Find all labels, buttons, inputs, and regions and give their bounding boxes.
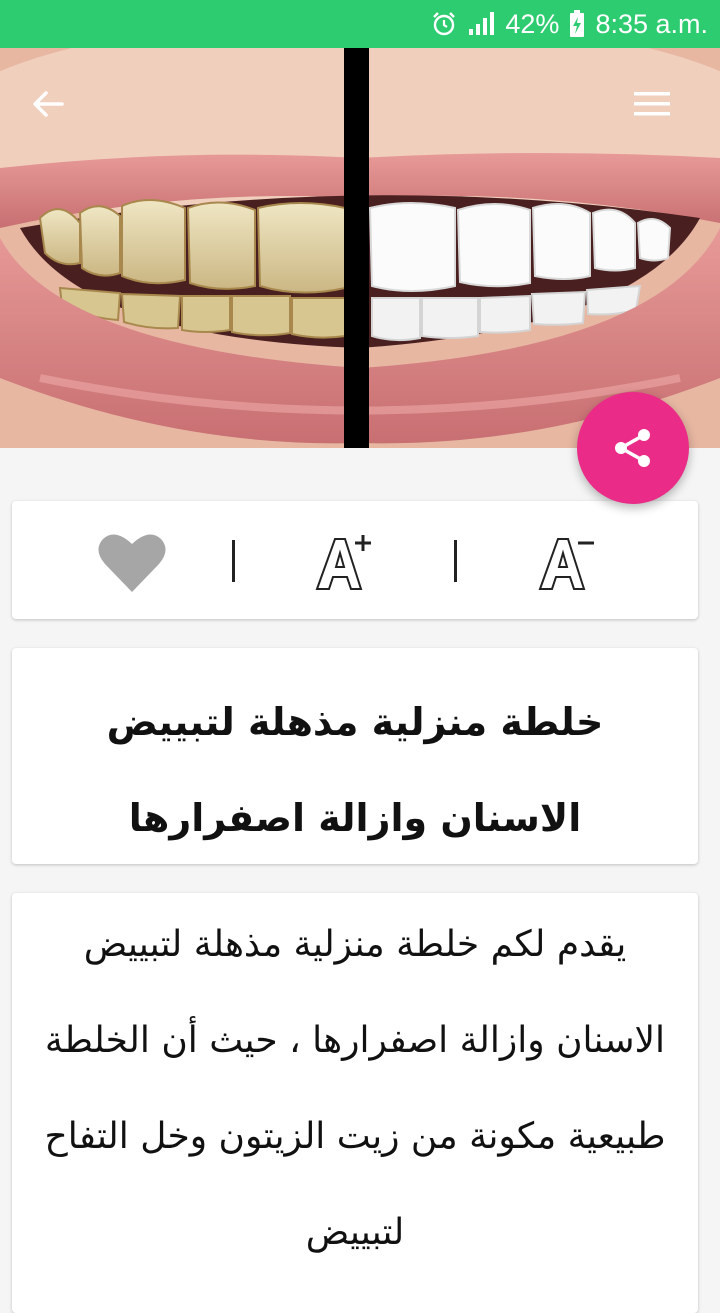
arrow-back-icon xyxy=(33,91,64,117)
actions-card xyxy=(12,501,698,619)
signal-icon xyxy=(467,11,495,37)
title-card: خلطة منزلية مذهلة لتبييض الاسنان وازالة … xyxy=(12,648,698,864)
font-increase-icon xyxy=(315,535,371,590)
share-button[interactable] xyxy=(577,392,689,504)
menu-button[interactable] xyxy=(620,72,684,136)
heart-icon xyxy=(98,534,166,592)
favorite-button[interactable] xyxy=(92,527,172,597)
decrease-font-button[interactable] xyxy=(527,527,607,597)
article-title: خلطة منزلية مذهلة لتبييض الاسنان وازالة … xyxy=(106,700,604,840)
divider xyxy=(454,540,457,582)
font-decrease-icon xyxy=(538,538,594,590)
body-card: يقدم لكم خلطة منزلية مذهلة لتبييض الاسنا… xyxy=(12,893,698,1313)
article-body: يقدم لكم خلطة منزلية مذهلة لتبييض الاسنا… xyxy=(44,924,666,1253)
increase-font-button[interactable] xyxy=(304,527,384,597)
clock: 8:35 a.m. xyxy=(595,8,708,39)
alarm-icon xyxy=(431,11,457,37)
back-button[interactable] xyxy=(16,72,80,136)
teeth-before-after-image xyxy=(0,48,720,448)
battery-charging-icon xyxy=(569,10,585,38)
share-icon xyxy=(615,429,650,467)
hero-image xyxy=(0,48,720,448)
battery-percent: 42% xyxy=(505,8,560,39)
hamburger-menu-icon xyxy=(634,92,670,116)
divider xyxy=(232,540,235,582)
status-bar: 42% 8:35 a.m. xyxy=(0,0,720,48)
